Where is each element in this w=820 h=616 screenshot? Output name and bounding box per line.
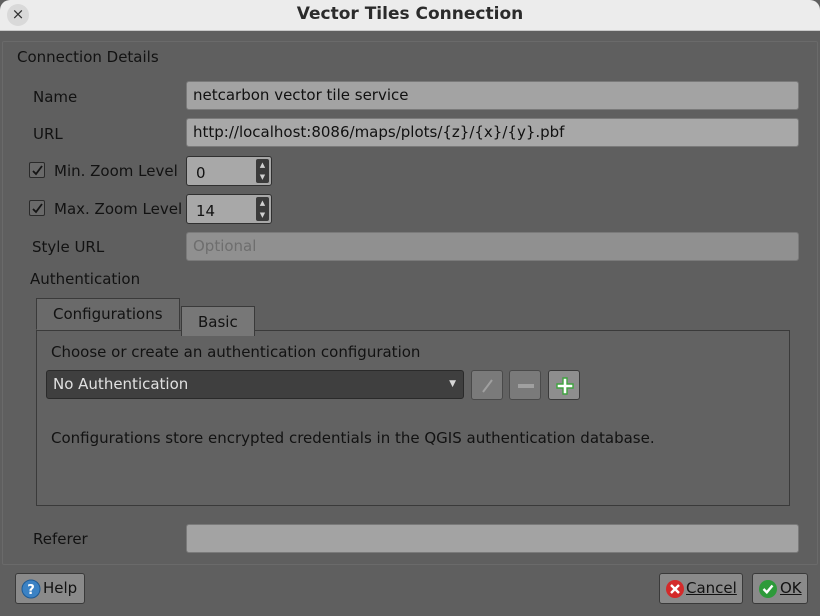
auth-config-value: No Authentication xyxy=(53,375,189,393)
min-zoom-spinbox[interactable]: 0 ▲ ▼ xyxy=(186,156,272,186)
spin-arrows-icon[interactable]: ▲ ▼ xyxy=(256,197,269,221)
style-url-label: Style URL xyxy=(32,238,105,256)
referer-label: Referer xyxy=(33,530,88,548)
cancel-button[interactable]: Cancel xyxy=(659,573,743,604)
auth-config-select[interactable]: No Authentication ▼ xyxy=(46,370,464,399)
group-title: Connection Details xyxy=(17,48,159,66)
name-label: Name xyxy=(33,88,78,106)
checkmark-icon xyxy=(32,165,43,176)
cancel-label: Cancel xyxy=(686,579,737,597)
max-zoom-label: Max. Zoom Level xyxy=(54,200,183,218)
spin-arrows-icon[interactable]: ▲ ▼ xyxy=(256,159,269,183)
window-title: Vector Tiles Connection xyxy=(296,4,524,24)
plus-icon xyxy=(556,377,574,395)
help-icon: ? xyxy=(21,579,41,599)
cancel-icon xyxy=(666,580,684,598)
min-zoom-value: 0 xyxy=(196,164,206,182)
edit-config-button[interactable] xyxy=(471,370,503,400)
minus-icon xyxy=(518,384,534,388)
pencil-icon xyxy=(482,379,493,393)
url-input[interactable]: http://localhost:8086/maps/plots/{z}/{x}… xyxy=(186,118,799,147)
ok-icon xyxy=(759,580,777,598)
auth-prompt: Choose or create an authentication confi… xyxy=(51,343,421,361)
tab-configurations[interactable]: Configurations xyxy=(36,298,180,330)
auth-note: Configurations store encrypted credentia… xyxy=(51,429,655,447)
help-button[interactable]: ? Help xyxy=(15,573,85,604)
min-zoom-label: Min. Zoom Level xyxy=(54,162,178,180)
authentication-label: Authentication xyxy=(30,270,141,288)
svg-text:?: ? xyxy=(27,583,35,598)
ok-label: OK xyxy=(780,579,802,597)
style-url-input[interactable]: Optional xyxy=(186,232,799,261)
checkmark-icon xyxy=(32,203,43,214)
tab-basic[interactable]: Basic xyxy=(181,306,255,336)
max-zoom-value: 14 xyxy=(196,202,216,220)
referer-input[interactable] xyxy=(186,524,799,553)
add-config-button[interactable] xyxy=(548,370,580,400)
max-zoom-checkbox[interactable] xyxy=(29,200,45,216)
max-zoom-spinbox[interactable]: 14 ▲ ▼ xyxy=(186,194,272,224)
url-label: URL xyxy=(33,125,63,143)
remove-config-button[interactable] xyxy=(509,370,541,400)
ok-button[interactable]: OK xyxy=(752,573,808,604)
name-input[interactable]: netcarbon vector tile service xyxy=(186,81,799,110)
title-bar: × Vector Tiles Connection xyxy=(0,0,820,31)
help-label: Help xyxy=(43,579,78,597)
dropdown-arrow-icon: ▼ xyxy=(449,379,456,389)
min-zoom-checkbox[interactable] xyxy=(29,162,45,178)
